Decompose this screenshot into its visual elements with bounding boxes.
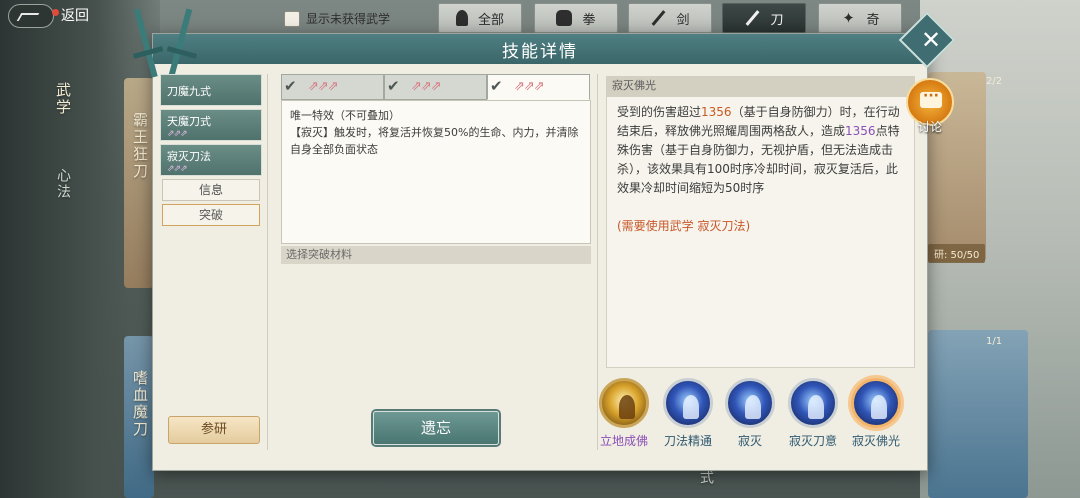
skill-slot[interactable]: 立地成佛	[594, 378, 654, 449]
checkmark-icon: ✔	[284, 77, 297, 95]
back-arrow-icon	[8, 4, 54, 28]
tab-label: 刀	[770, 12, 784, 28]
checkmark-icon: ✔	[490, 77, 503, 95]
arrow-rank-icon: ⇗⇗⇗	[167, 164, 188, 174]
dialog-header: 技能详情	[153, 34, 927, 64]
background-counter-1: 2/2	[986, 76, 1003, 87]
requirement-text: (需要使用武学 寂灭刀法)	[617, 219, 751, 233]
background-card-name-1: 霸王狂刀	[131, 112, 149, 180]
skill-name: 寂灭佛光	[606, 76, 915, 96]
arrow-rank-icon: ⇗⇗⇗	[308, 79, 339, 94]
tab-label: 拳	[582, 12, 596, 28]
tab-special[interactable]: ✦ 奇	[818, 3, 902, 33]
checkbox-icon[interactable]	[284, 10, 300, 27]
arrow-rank-icon: ⇗⇗⇗	[411, 79, 442, 94]
tab-all[interactable]: 全部	[438, 3, 522, 33]
blade-icon	[744, 10, 760, 26]
background-card-4	[928, 330, 1028, 498]
person-icon	[455, 10, 468, 26]
crossed-swords-decoration-icon	[132, 8, 198, 78]
sword-icon	[650, 10, 666, 26]
buddha-figure-icon	[599, 378, 649, 428]
arrow-rank-icon: ⇗⇗⇗	[167, 129, 188, 139]
tab-label: 剑	[676, 12, 690, 28]
skill-info-panel: 寂灭佛光 受到的伤害超过1356（基于自身防御力）时，在行动结束后，释放佛光照耀…	[597, 74, 917, 450]
move-item[interactable]: 刀魔九式	[160, 74, 262, 106]
skill-icon-row: 立地成佛 刀法精通 寂灭 寂灭刀意 寂灭佛光	[598, 378, 918, 450]
skill-label: 刀法精通	[663, 434, 712, 448]
damage-threshold-value: 1356	[701, 105, 732, 119]
skill-slot-selected[interactable]: 寂灭佛光	[846, 378, 906, 449]
meditation-figure-icon	[725, 378, 775, 428]
skill-label: 寂灭	[737, 434, 762, 448]
move-name: 寂灭刀法	[167, 150, 211, 163]
move-list: 刀魔九式 天魔刀式 ⇗⇗⇗ 寂灭刀法 ⇗⇗⇗ 信息 突破 参研	[160, 74, 268, 450]
skill-label: 寂灭佛光	[851, 434, 900, 448]
background-counter-2: 1/1	[986, 336, 1003, 347]
dialog-title: 技能详情	[502, 41, 578, 62]
research-button[interactable]: 参研	[168, 416, 260, 444]
notification-dot	[52, 9, 59, 16]
level-tabs: ✔ ⇗⇗⇗ ✔ ⇗⇗⇗ ✔ ⇗⇗⇗	[281, 74, 591, 100]
filter-label: 显示未获得武学	[306, 12, 391, 26]
skill-detail-dialog: 技能详情 ✕ 刀魔九式 天魔刀式 ⇗⇗⇗ 寂灭刀法 ⇗⇗⇗ 信息 突破 参研 ✔…	[132, 8, 956, 471]
back-button[interactable]	[8, 4, 54, 28]
forget-button[interactable]: 遗忘	[373, 411, 499, 445]
level-tab-3[interactable]: ✔ ⇗⇗⇗	[487, 74, 590, 100]
side-tab-mind-arts[interactable]: 心法	[53, 168, 73, 200]
level-tab-1[interactable]: ✔ ⇗⇗⇗	[281, 74, 384, 100]
breakthrough-panel: ✔ ⇗⇗⇗ ✔ ⇗⇗⇗ ✔ ⇗⇗⇗ 唯一特效（不可叠加） 【寂灭】触发时，将复活…	[281, 74, 591, 450]
level-tab-2[interactable]: ✔ ⇗⇗⇗	[384, 74, 487, 100]
checkmark-icon: ✔	[387, 77, 400, 95]
close-icon[interactable]: ✕	[919, 24, 943, 56]
move-name: 天魔刀式	[167, 115, 211, 128]
move-item[interactable]: 天魔刀式 ⇗⇗⇗	[160, 109, 262, 141]
shuriken-icon: ✦	[842, 9, 855, 27]
move-name: 刀魔九式	[167, 85, 211, 98]
background-card-name-2: 嗜血魔刀	[131, 370, 149, 438]
info-button[interactable]: 信息	[162, 179, 260, 201]
skill-label: 寂灭刀意	[788, 434, 837, 448]
fist-icon	[556, 10, 573, 26]
effect-description: 唯一特效（不可叠加） 【寂灭】触发时，将复活并恢复50%的生命、内力，并清除自身…	[281, 100, 591, 244]
back-label[interactable]: 返回	[61, 5, 89, 25]
discussion-label[interactable]: 讨论	[906, 118, 954, 135]
arrow-rank-icon: ⇗⇗⇗	[514, 79, 545, 94]
effect-line: 唯一特效（不可叠加）	[290, 109, 400, 122]
show-unobtained-filter[interactable]: 显示未获得武学	[284, 10, 390, 27]
move-item[interactable]: 寂灭刀法 ⇗⇗⇗	[160, 144, 262, 176]
skill-slot[interactable]: 寂灭刀意	[783, 378, 843, 449]
meditation-figure-icon	[788, 378, 838, 428]
tab-fist[interactable]: 拳	[534, 3, 618, 33]
tab-label: 全部	[477, 12, 504, 28]
tab-blade[interactable]: 刀	[722, 3, 806, 33]
chat-bubble-icon	[920, 88, 942, 108]
effect-line: 【寂灭】触发时，将复活并恢复50%的生命、内力，并清除自身全部负面状态	[290, 126, 579, 156]
meditation-figure-icon	[663, 378, 713, 428]
description-text: 受到的伤害超过1356（基于自身防御力）时，在行动结束后，释放佛光照耀周围两格敌…	[617, 105, 900, 195]
side-tab-martial-arts[interactable]: 武学	[53, 82, 74, 116]
breakthrough-button[interactable]: 突破	[162, 204, 260, 226]
meditation-figure-icon	[851, 378, 901, 428]
tab-sword[interactable]: 剑	[628, 3, 712, 33]
skill-label: 立地成佛	[599, 434, 648, 448]
special-damage-value: 1356	[845, 124, 876, 138]
background-card-1	[124, 78, 154, 288]
skill-slot[interactable]: 刀法精通	[658, 378, 718, 449]
skill-slot[interactable]: 寂灭	[720, 378, 780, 449]
material-select-label: 选择突破材料	[281, 246, 591, 264]
tab-label: 奇	[866, 12, 880, 28]
background-fragment: 式	[698, 470, 714, 486]
skill-description: 受到的伤害超过1356（基于自身防御力）时，在行动结束后，释放佛光照耀周围两格敌…	[606, 96, 915, 368]
background-research-progress: 研: 50/50	[928, 244, 986, 263]
